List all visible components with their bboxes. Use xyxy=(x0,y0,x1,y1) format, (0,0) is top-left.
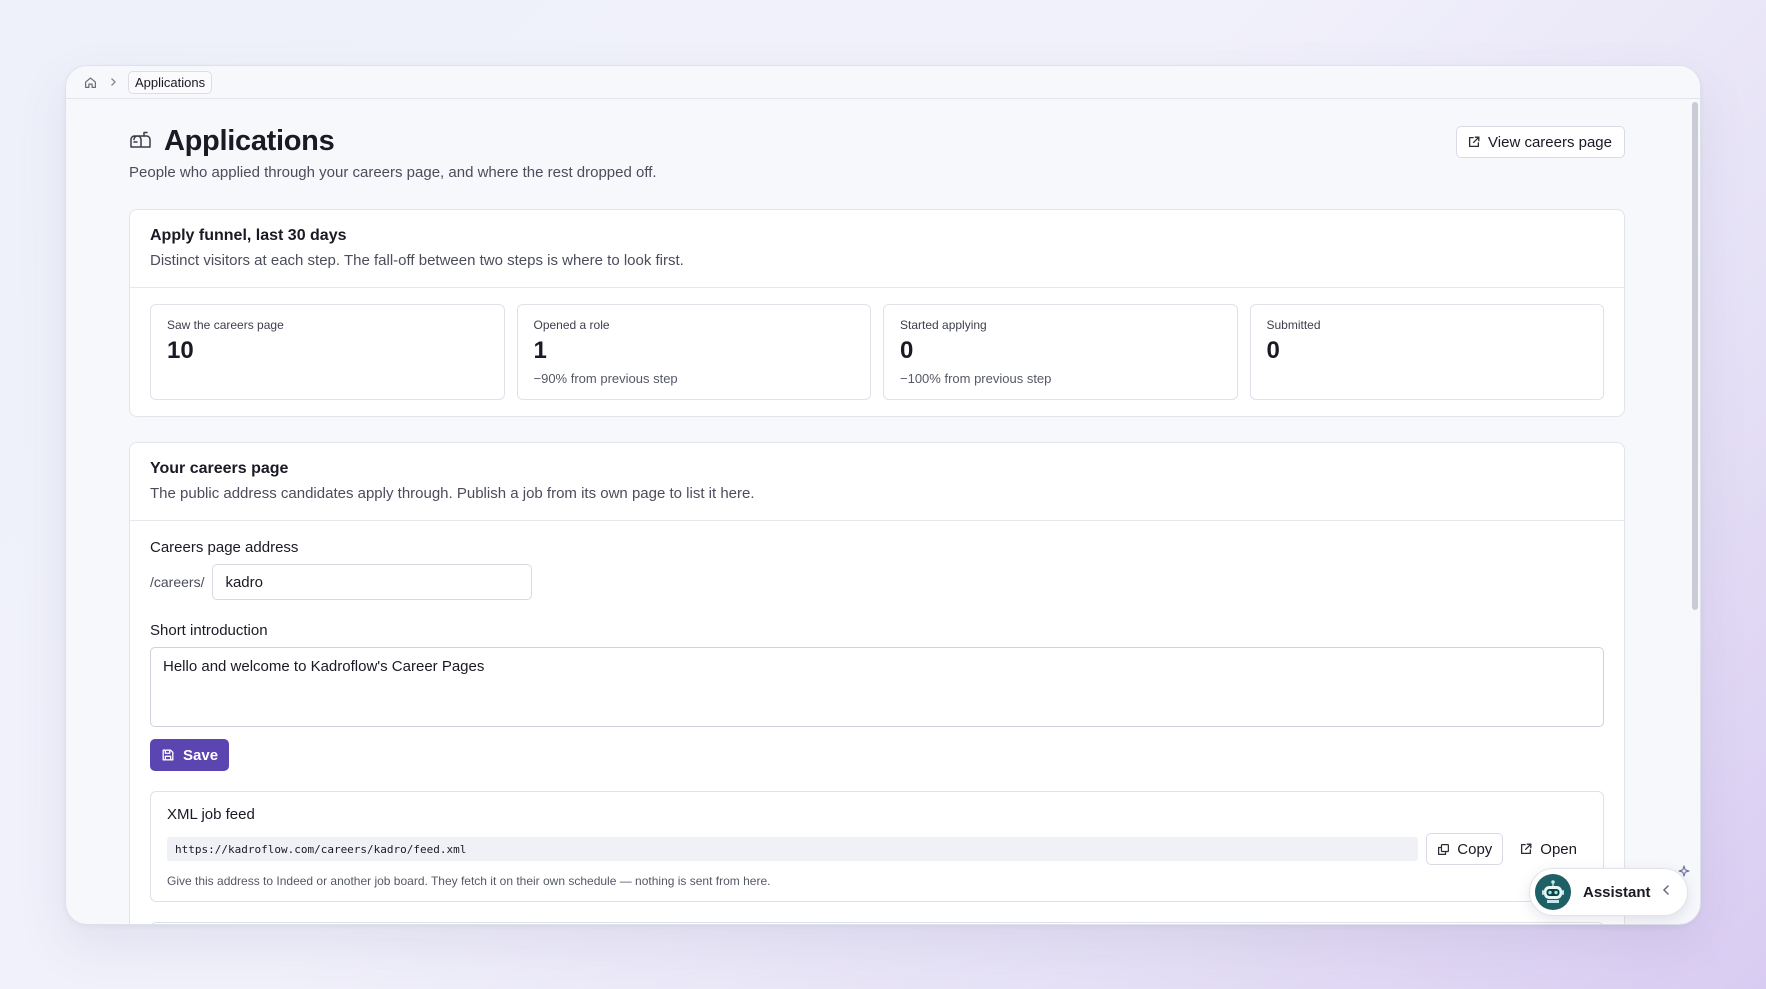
step-value: 0 xyxy=(900,337,914,364)
open-label: Open xyxy=(1540,840,1577,858)
robot-icon xyxy=(1535,874,1571,910)
careers-header: Your careers page The public address can… xyxy=(130,443,1624,521)
copy-label: Copy xyxy=(1457,840,1493,858)
assistant-launcher[interactable]: Assistant xyxy=(1529,868,1688,916)
funnel-step-opened-role: Opened a role 1 −90% from previous step xyxy=(516,304,871,400)
save-label: Save xyxy=(183,746,219,764)
address-row: /careers/ xyxy=(150,564,1604,600)
funnel-step-saw-careers-page: Saw the careers page 10 xyxy=(150,304,505,400)
short-introduction-textarea[interactable]: Hello and welcome to Kadroflow's Career … xyxy=(150,647,1604,727)
chevron-right-icon xyxy=(105,74,121,90)
apply-funnel-card: Apply funnel, last 30 days Distinct visi… xyxy=(129,209,1625,417)
copy-icon xyxy=(1438,843,1450,855)
view-careers-page-button[interactable]: View careers page xyxy=(1456,126,1625,158)
careers-title: Your careers page xyxy=(150,460,289,477)
main-content: Applications People who applied through … xyxy=(129,99,1625,924)
assistant-label: Assistant xyxy=(1583,883,1651,901)
step-label: Submitted xyxy=(1266,318,1321,332)
careers-description: The public address candidates apply thro… xyxy=(150,485,755,502)
address-prefix: /careers/ xyxy=(150,574,205,590)
funnel-description: Distinct visitors at each step. The fall… xyxy=(150,252,684,269)
feed-row: https://kadroflow.com/careers/kadro/feed… xyxy=(167,833,1587,865)
step-label: Saw the careers page xyxy=(167,318,284,332)
breadcrumb-current[interactable]: Applications xyxy=(128,70,213,94)
careers-page-card: Your careers page The public address can… xyxy=(129,442,1625,924)
view-careers-page-label: View careers page xyxy=(1488,133,1612,151)
external-link-icon xyxy=(1521,843,1532,855)
step-delta: −100% from previous step xyxy=(900,371,1052,386)
funnel-steps: Saw the careers page 10 Opened a role 1 … xyxy=(130,288,1624,416)
home-icon[interactable] xyxy=(82,74,98,90)
copy-button[interactable]: Copy xyxy=(1426,833,1504,865)
step-label: Opened a role xyxy=(533,318,610,332)
page-title-row: Applications xyxy=(129,125,335,158)
step-value: 0 xyxy=(1266,337,1280,364)
step-label: Started applying xyxy=(900,318,987,332)
page-header: Applications People who applied through … xyxy=(129,99,1625,204)
step-delta: −90% from previous step xyxy=(533,371,678,386)
scrollbar[interactable] xyxy=(1692,102,1698,610)
step-value: 10 xyxy=(167,337,194,364)
step-value: 1 xyxy=(533,337,547,364)
open-button[interactable]: Open xyxy=(1509,833,1587,865)
chevron-left-icon[interactable] xyxy=(1661,883,1671,901)
address-label: Careers page address xyxy=(150,539,299,556)
funnel-title: Apply funnel, last 30 days xyxy=(150,227,347,244)
page-title: Applications xyxy=(164,125,335,157)
mailbox-icon xyxy=(129,130,153,154)
feed-title: XML job feed xyxy=(167,806,255,823)
careers-address-input[interactable] xyxy=(212,564,533,600)
funnel-header: Apply funnel, last 30 days Distinct visi… xyxy=(130,210,1624,288)
sparkle-icon xyxy=(1678,864,1690,882)
next-section-edge xyxy=(150,922,1604,924)
external-link-icon xyxy=(1469,136,1480,148)
feed-help-text: Give this address to Indeed or another j… xyxy=(167,874,771,888)
intro-label: Short introduction xyxy=(150,622,268,639)
page-subtitle: People who applied through your careers … xyxy=(129,164,657,181)
funnel-step-submitted: Submitted 0 xyxy=(1249,304,1604,400)
funnel-step-started-applying: Started applying 0 −100% from previous s… xyxy=(883,304,1238,400)
save-button[interactable]: Save xyxy=(150,739,230,771)
careers-form: Careers page address /careers/ Short int… xyxy=(130,521,1624,924)
feed-url[interactable]: https://kadroflow.com/careers/kadro/feed… xyxy=(167,837,1419,861)
save-icon xyxy=(162,749,174,761)
xml-job-feed: XML job feed https://kadroflow.com/caree… xyxy=(150,791,1604,902)
breadcrumb: Applications xyxy=(66,66,1700,99)
app-window: Applications Applications People who app… xyxy=(65,65,1701,925)
